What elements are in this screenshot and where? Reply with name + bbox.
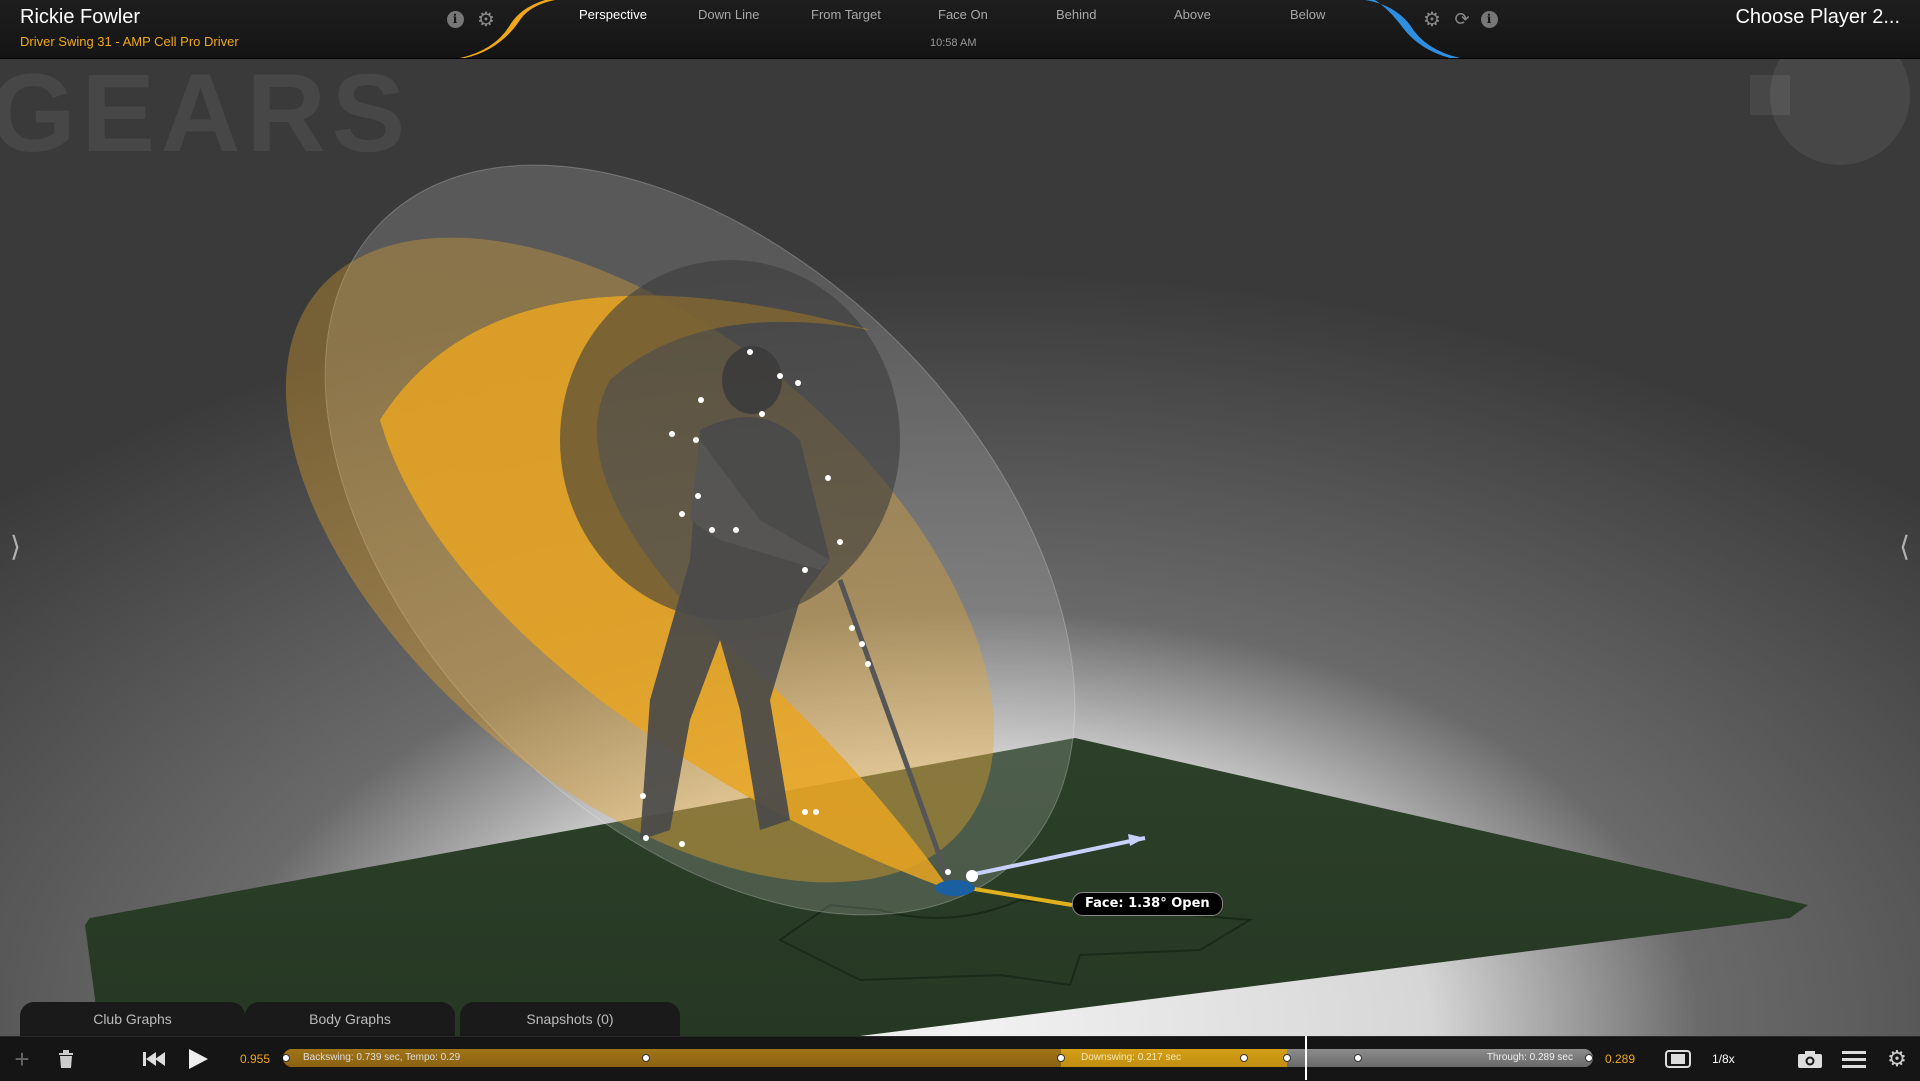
tab-behind[interactable]: Behind: [1056, 7, 1096, 22]
trash-icon[interactable]: [54, 1045, 78, 1073]
refresh-icon[interactable]: ⟳: [1452, 9, 1472, 29]
accent-swoosh-left: [460, 0, 555, 58]
playhead[interactable]: [1304, 1036, 1307, 1080]
tab-perspective[interactable]: Perspective: [579, 7, 647, 22]
timeline-marker[interactable]: [1240, 1054, 1248, 1062]
tab-face-on[interactable]: Face On: [938, 7, 988, 22]
club-head: [935, 880, 975, 896]
timeline-marker[interactable]: [1585, 1054, 1593, 1062]
backswing-segment: Backswing: 0.739 sec, Tempo: 0.29: [283, 1049, 1061, 1067]
tab-body-graphs[interactable]: Body Graphs: [245, 1002, 455, 1036]
tab-club-graphs[interactable]: Club Graphs: [20, 1002, 245, 1036]
timeline-marker[interactable]: [642, 1054, 650, 1062]
tab-down-line[interactable]: Down Line: [698, 7, 759, 22]
end-value: 0.289: [1605, 1052, 1636, 1066]
play-icon[interactable]: [186, 1045, 210, 1073]
timeline-marker[interactable]: [1057, 1054, 1065, 1062]
left-panel-arrow-icon[interactable]: ⟩: [10, 530, 21, 563]
camera-icon[interactable]: [1796, 1045, 1824, 1073]
downswing-segment: Downswing: 0.217 sec: [1061, 1049, 1287, 1067]
swing-timeline[interactable]: Backswing: 0.739 sec, Tempo: 0.29 Downsw…: [283, 1049, 1593, 1067]
top-bar: Rickie Fowler Driver Swing 31 - AMP Cell…: [0, 0, 1920, 59]
info-icon[interactable]: i: [1479, 9, 1499, 29]
right-panel-arrow-icon[interactable]: ⟨: [1899, 530, 1910, 563]
playback-bar: + 0.955 Backswing: 0.739 sec, Tempo: 0.2…: [0, 1036, 1920, 1081]
view-tabs: Perspective Down Line From Target Face O…: [555, 0, 1355, 30]
timeline-marker[interactable]: [1283, 1054, 1291, 1062]
choose-player-button[interactable]: Choose Player 2...: [1735, 6, 1900, 29]
tab-from-target[interactable]: From Target: [811, 7, 881, 22]
ball: [966, 870, 978, 882]
menu-icon[interactable]: [1840, 1045, 1868, 1073]
graph-tabs: Club Graphs Body Graphs Snapshots (0): [0, 1002, 720, 1036]
swing-subtitle: Driver Swing 31 - AMP Cell Pro Driver: [20, 34, 239, 49]
gears-watermark: GEARS: [0, 52, 412, 175]
settings-icon[interactable]: ⚙: [1885, 1045, 1909, 1073]
skip-back-icon[interactable]: [140, 1045, 168, 1073]
timeline-marker[interactable]: [1354, 1054, 1362, 1062]
tab-above[interactable]: Above: [1174, 7, 1211, 22]
playback-speed[interactable]: 1/8x: [1712, 1052, 1735, 1066]
add-icon[interactable]: +: [10, 1044, 34, 1074]
fullscreen-icon[interactable]: [1662, 1045, 1694, 1073]
start-value: 0.955: [240, 1052, 271, 1066]
clock: 10:58 AM: [930, 37, 977, 49]
accent-swoosh-right: [1365, 0, 1460, 58]
through-segment: Through: 0.289 sec: [1287, 1049, 1593, 1067]
tab-snapshots[interactable]: Snapshots (0): [460, 1002, 680, 1036]
tab-below[interactable]: Below: [1290, 7, 1325, 22]
gear-icon[interactable]: ⚙: [1422, 9, 1442, 31]
player-name: Rickie Fowler: [20, 6, 141, 28]
face-angle-readout: Face: 1.38° Open: [1072, 892, 1223, 916]
